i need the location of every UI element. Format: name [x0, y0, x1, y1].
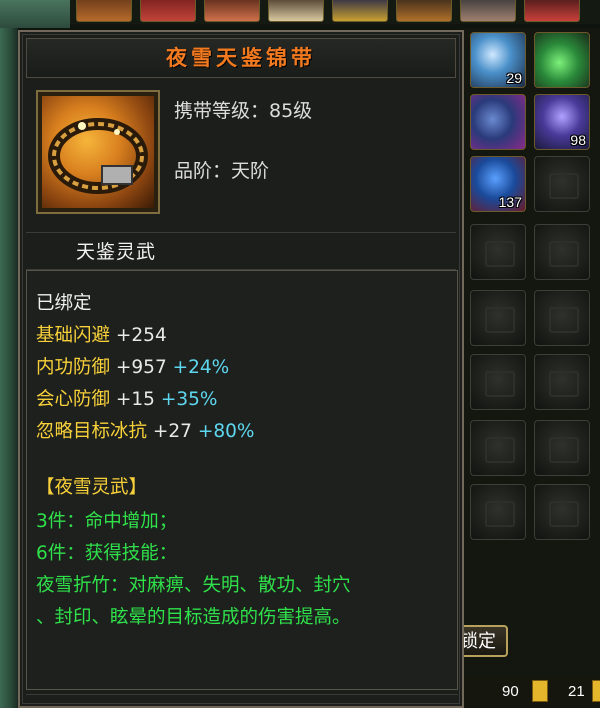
tooltip-bottom-edge	[26, 694, 458, 707]
item-title-bar: 夜雪天鉴锦带	[26, 38, 456, 78]
inventory-slot-empty[interactable]	[470, 484, 526, 540]
inventory-slot-potion-blue[interactable]: 29	[470, 32, 526, 88]
gold-ingot-icon	[532, 680, 548, 702]
inventory-slot-empty[interactable]	[534, 484, 590, 540]
stat-name: 内功防御	[36, 357, 111, 378]
top-item-slot[interactable]	[524, 0, 580, 22]
inventory-slot-empty[interactable]	[470, 420, 526, 476]
inventory-slot-book[interactable]	[470, 94, 526, 150]
stat-name: 忽略目标冰抗	[36, 421, 148, 442]
top-item-slot[interactable]	[268, 0, 324, 22]
stat-value: +254	[115, 325, 167, 346]
item-stats-panel: 已绑定 基础闪避 +254 内功防御 +957 +24% 会心防御 +15 +3…	[26, 270, 458, 690]
grade-label: 品阶：天阶	[174, 160, 270, 182]
inventory-panel: 29 98 137	[462, 28, 600, 708]
item-count: 98	[570, 132, 586, 148]
top-item-slot[interactable]	[140, 0, 196, 22]
inventory-slot-empty[interactable]	[470, 290, 526, 346]
set-bonus-line: 、封印、眩晕的目标造成的伤害提高。	[36, 607, 351, 628]
inventory-slot-empty[interactable]	[470, 354, 526, 410]
gold-ingot-icon	[592, 680, 600, 702]
inventory-slot-empty[interactable]	[534, 290, 590, 346]
bind-status: 已绑定	[36, 293, 92, 314]
set-name-bar: 天鉴灵武	[26, 232, 456, 270]
top-item-slot[interactable]	[76, 0, 132, 22]
stat-name: 基础闪避	[36, 325, 111, 346]
stat-percent: +80%	[197, 421, 255, 442]
item-count: 137	[498, 194, 522, 210]
inventory-slot-empty[interactable]	[534, 420, 590, 476]
inventory-slot-green-item[interactable]	[534, 32, 590, 88]
top-item-slot[interactable]	[396, 0, 452, 22]
set-bonus-line: 6件：获得技能：	[36, 543, 178, 564]
item-title: 夜雪天鉴锦带	[166, 46, 316, 70]
top-item-slot[interactable]	[460, 0, 516, 22]
set-bonus-line: 3件：命中增加；	[36, 511, 178, 532]
item-count: 29	[506, 70, 522, 86]
item-tooltip: 夜雪天鉴锦带 携带等级：85级 品阶：天阶 天鉴灵武 已绑定 基础闪避 +254	[18, 30, 464, 708]
stat-percent: +24%	[172, 357, 230, 378]
inventory-slot-gift-box[interactable]: 137	[470, 156, 526, 212]
carry-level-label: 携带等级：85级	[174, 100, 313, 122]
background-scene-top	[0, 0, 70, 28]
stat-percent: +35%	[160, 389, 218, 410]
top-item-strip	[70, 0, 600, 24]
currency-value-right: 21	[568, 683, 585, 700]
stat-row: 忽略目标冰抗 +27 +80%	[36, 417, 254, 443]
inventory-slot-empty[interactable]	[470, 224, 526, 280]
top-item-slot[interactable]	[204, 0, 260, 22]
set-name: 天鉴灵武	[76, 241, 157, 263]
inventory-slot-empty[interactable]	[534, 224, 590, 280]
stat-row: 会心防御 +15 +35%	[36, 385, 217, 411]
belt-icon	[42, 96, 154, 208]
stat-value: +15	[115, 389, 155, 410]
top-item-slot[interactable]	[332, 0, 388, 22]
stat-row: 基础闪避 +254	[36, 321, 167, 347]
item-header: 携带等级：85级 品阶：天阶	[26, 84, 456, 224]
inventory-slot-empty[interactable]	[534, 156, 590, 212]
inventory-slot-chain[interactable]: 98	[534, 94, 590, 150]
set-bonus-line: 夜雪折竹：对麻痹、失明、散功、封穴	[36, 575, 351, 596]
currency-bar: 90 21	[462, 675, 600, 708]
stat-value: +957	[115, 357, 167, 378]
stat-row: 内功防御 +957 +24%	[36, 353, 229, 379]
inventory-slot-empty[interactable]	[534, 354, 590, 410]
background-scene	[0, 0, 18, 708]
set-bonus-title: 【夜雪灵武】	[36, 477, 148, 498]
stat-value: +27	[152, 421, 192, 442]
currency-value-left: 90	[502, 683, 519, 700]
item-icon-frame	[36, 90, 160, 214]
stat-name: 会心防御	[36, 389, 111, 410]
